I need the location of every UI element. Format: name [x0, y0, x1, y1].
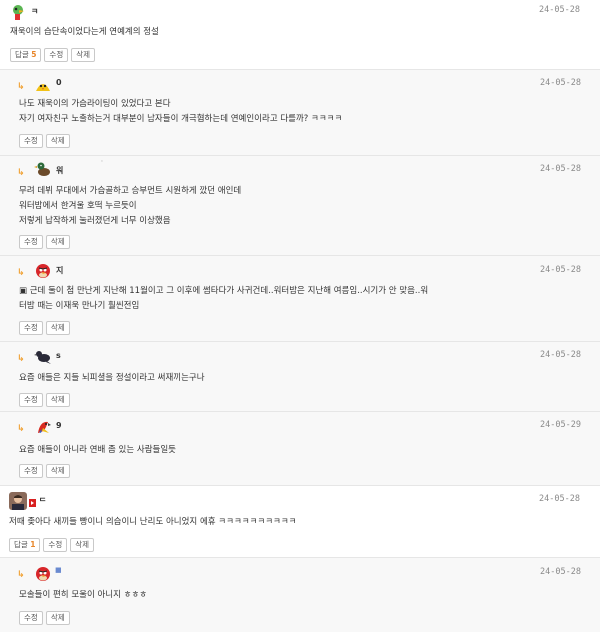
comment-author: s: [56, 351, 61, 360]
reply-arrow-icon: ↳: [17, 570, 25, 580]
comment-item: ㅋ 24-05-28 재욱이의 습단속이었다는게 연예계의 정설 답글 5 수정…: [0, 0, 600, 70]
reply-item: ↳ 0 24-05-28 나도 재욱이의 가슴라이팅이 있었다고 본다 자기 여…: [0, 70, 600, 156]
comment-actions: 수정 삭제: [19, 321, 70, 335]
reply-item: ↳ 지 24-05-28 ▣ 근데 둘이 첨 만난게 지난해 11월이고 그 이…: [0, 256, 600, 342]
reply-arrow-icon: ↳: [17, 268, 25, 278]
comment-text: 저때 좆아다 새끼들 빵이니 의슴이니 난리도 아니었지 에휴 ㅋㅋㅋㅋㅋㅋㅋㅋ…: [9, 517, 297, 527]
comment-date: 24-05-28: [540, 567, 581, 577]
comment-actions: 답글 5 수정 삭제: [10, 48, 96, 62]
parrot-avatar-icon: [13, 5, 24, 20]
edit-button[interactable]: 수정: [19, 611, 43, 625]
comment-text: 요즘 애들은 지들 뇌피셜을 정설이라고 써재끼는구나: [19, 373, 205, 383]
user-photo-avatar-icon: [9, 492, 27, 510]
reply-arrow-icon: ↳: [17, 82, 25, 92]
comment-actions: 수정 삭제: [19, 611, 70, 625]
comment-author: ■: [55, 566, 62, 574]
edit-button[interactable]: 수정: [19, 235, 43, 249]
reply-arrow-icon: ↳: [17, 354, 25, 364]
comment-author: 9: [56, 421, 62, 430]
delete-button[interactable]: 삭제: [45, 611, 70, 625]
comment-text: 나도 재욱이의 가슴라이팅이 있었다고 본다 자기 여자친구 노출하는거 대부분…: [19, 99, 343, 124]
delete-button[interactable]: 삭제: [45, 235, 70, 249]
macaw-avatar-icon: [38, 421, 51, 433]
reply-arrow-icon: ↳: [17, 424, 25, 434]
comment-date: 24-05-28: [540, 164, 581, 174]
new-mark: ': [101, 159, 103, 167]
duck-avatar-icon: [34, 162, 50, 176]
chick-avatar-icon: [36, 84, 50, 91]
edit-button[interactable]: 수정: [43, 538, 68, 552]
comment-date: 24-05-29: [540, 420, 581, 430]
delete-button[interactable]: 삭제: [71, 48, 96, 62]
comment-author: 0: [56, 78, 62, 87]
comment-item: ᄃ 24-05-28 저때 좆아다 새끼들 빵이니 의슴이니 난리도 아니었지 …: [0, 486, 600, 558]
reply-item: ↳ s 24-05-28 요즘 애들은 지들 뇌피셜을 정설이라고 써재끼는구나…: [0, 342, 600, 412]
comment-actions: 수정 삭제: [19, 464, 70, 478]
comment-author: ㅋ: [31, 7, 39, 16]
edit-button[interactable]: 수정: [19, 393, 43, 407]
reply-item: ↳ 9 24-05-29 요즘 애들이 아니라 연배 좀 있는 사람들일듯 수정…: [0, 412, 600, 486]
reply-item: ↳ ■ 24-05-28 모솔들이 편히 모울이 아니지 ㅎㅎㅎ 수정 삭제: [0, 558, 600, 632]
comment-text: ▣ 근데 둘이 첨 만난게 지난해 11월이고 그 이후에 썸타다가 사귀건데.…: [19, 286, 429, 311]
reply-button[interactable]: 답글 5: [10, 48, 42, 62]
reply-item: ↳ 워 ' 24-05-28 무려 데뷔 무대에서 가슴골하고 승부먼트 시원하…: [0, 156, 600, 256]
edit-button[interactable]: 수정: [44, 48, 69, 62]
comment-date: 24-05-28: [540, 350, 581, 360]
angry-bird-avatar-icon: [36, 264, 50, 278]
edit-button[interactable]: 수정: [19, 134, 43, 148]
delete-button[interactable]: 삭제: [70, 538, 95, 552]
edit-button[interactable]: 수정: [19, 321, 43, 335]
comment-actions: 답글 1 수정 삭제: [9, 538, 95, 552]
comment-date: 24-05-28: [539, 494, 580, 504]
crow-avatar-icon: [34, 351, 51, 364]
delete-button[interactable]: 삭제: [45, 393, 70, 407]
angry-bird-avatar-icon: [36, 567, 50, 581]
comment-author: 지: [56, 266, 64, 275]
comment-actions: 수정 삭제: [19, 134, 70, 148]
comment-date: 24-05-28: [540, 78, 581, 88]
comment-text: 재욱이의 습단속이었다는게 연예계의 정설: [10, 27, 159, 37]
delete-button[interactable]: 삭제: [45, 464, 70, 478]
comment-text: 요즘 애들이 아니라 연배 좀 있는 사람들일듯: [19, 445, 176, 455]
delete-button[interactable]: 삭제: [45, 134, 70, 148]
comment-actions: 수정 삭제: [19, 393, 70, 407]
comment-author: ᄃ: [39, 497, 47, 506]
comment-text: 무려 데뷔 무대에서 가슴골하고 승부먼트 시원하게 깠던 애인데 워터밤에서 …: [19, 186, 242, 226]
video-badge-icon: [29, 499, 36, 507]
comment-text: 모솔들이 편히 모울이 아니지 ㅎㅎㅎ: [19, 590, 148, 600]
edit-button[interactable]: 수정: [19, 464, 43, 478]
reply-button[interactable]: 답글 1: [9, 538, 41, 552]
comment-date: 24-05-28: [539, 5, 580, 15]
comment-date: 24-05-28: [540, 265, 581, 275]
delete-button[interactable]: 삭제: [45, 321, 70, 335]
reply-arrow-icon: ↳: [17, 168, 25, 178]
comment-actions: 수정 삭제: [19, 235, 70, 249]
comment-author: 워: [56, 166, 64, 175]
